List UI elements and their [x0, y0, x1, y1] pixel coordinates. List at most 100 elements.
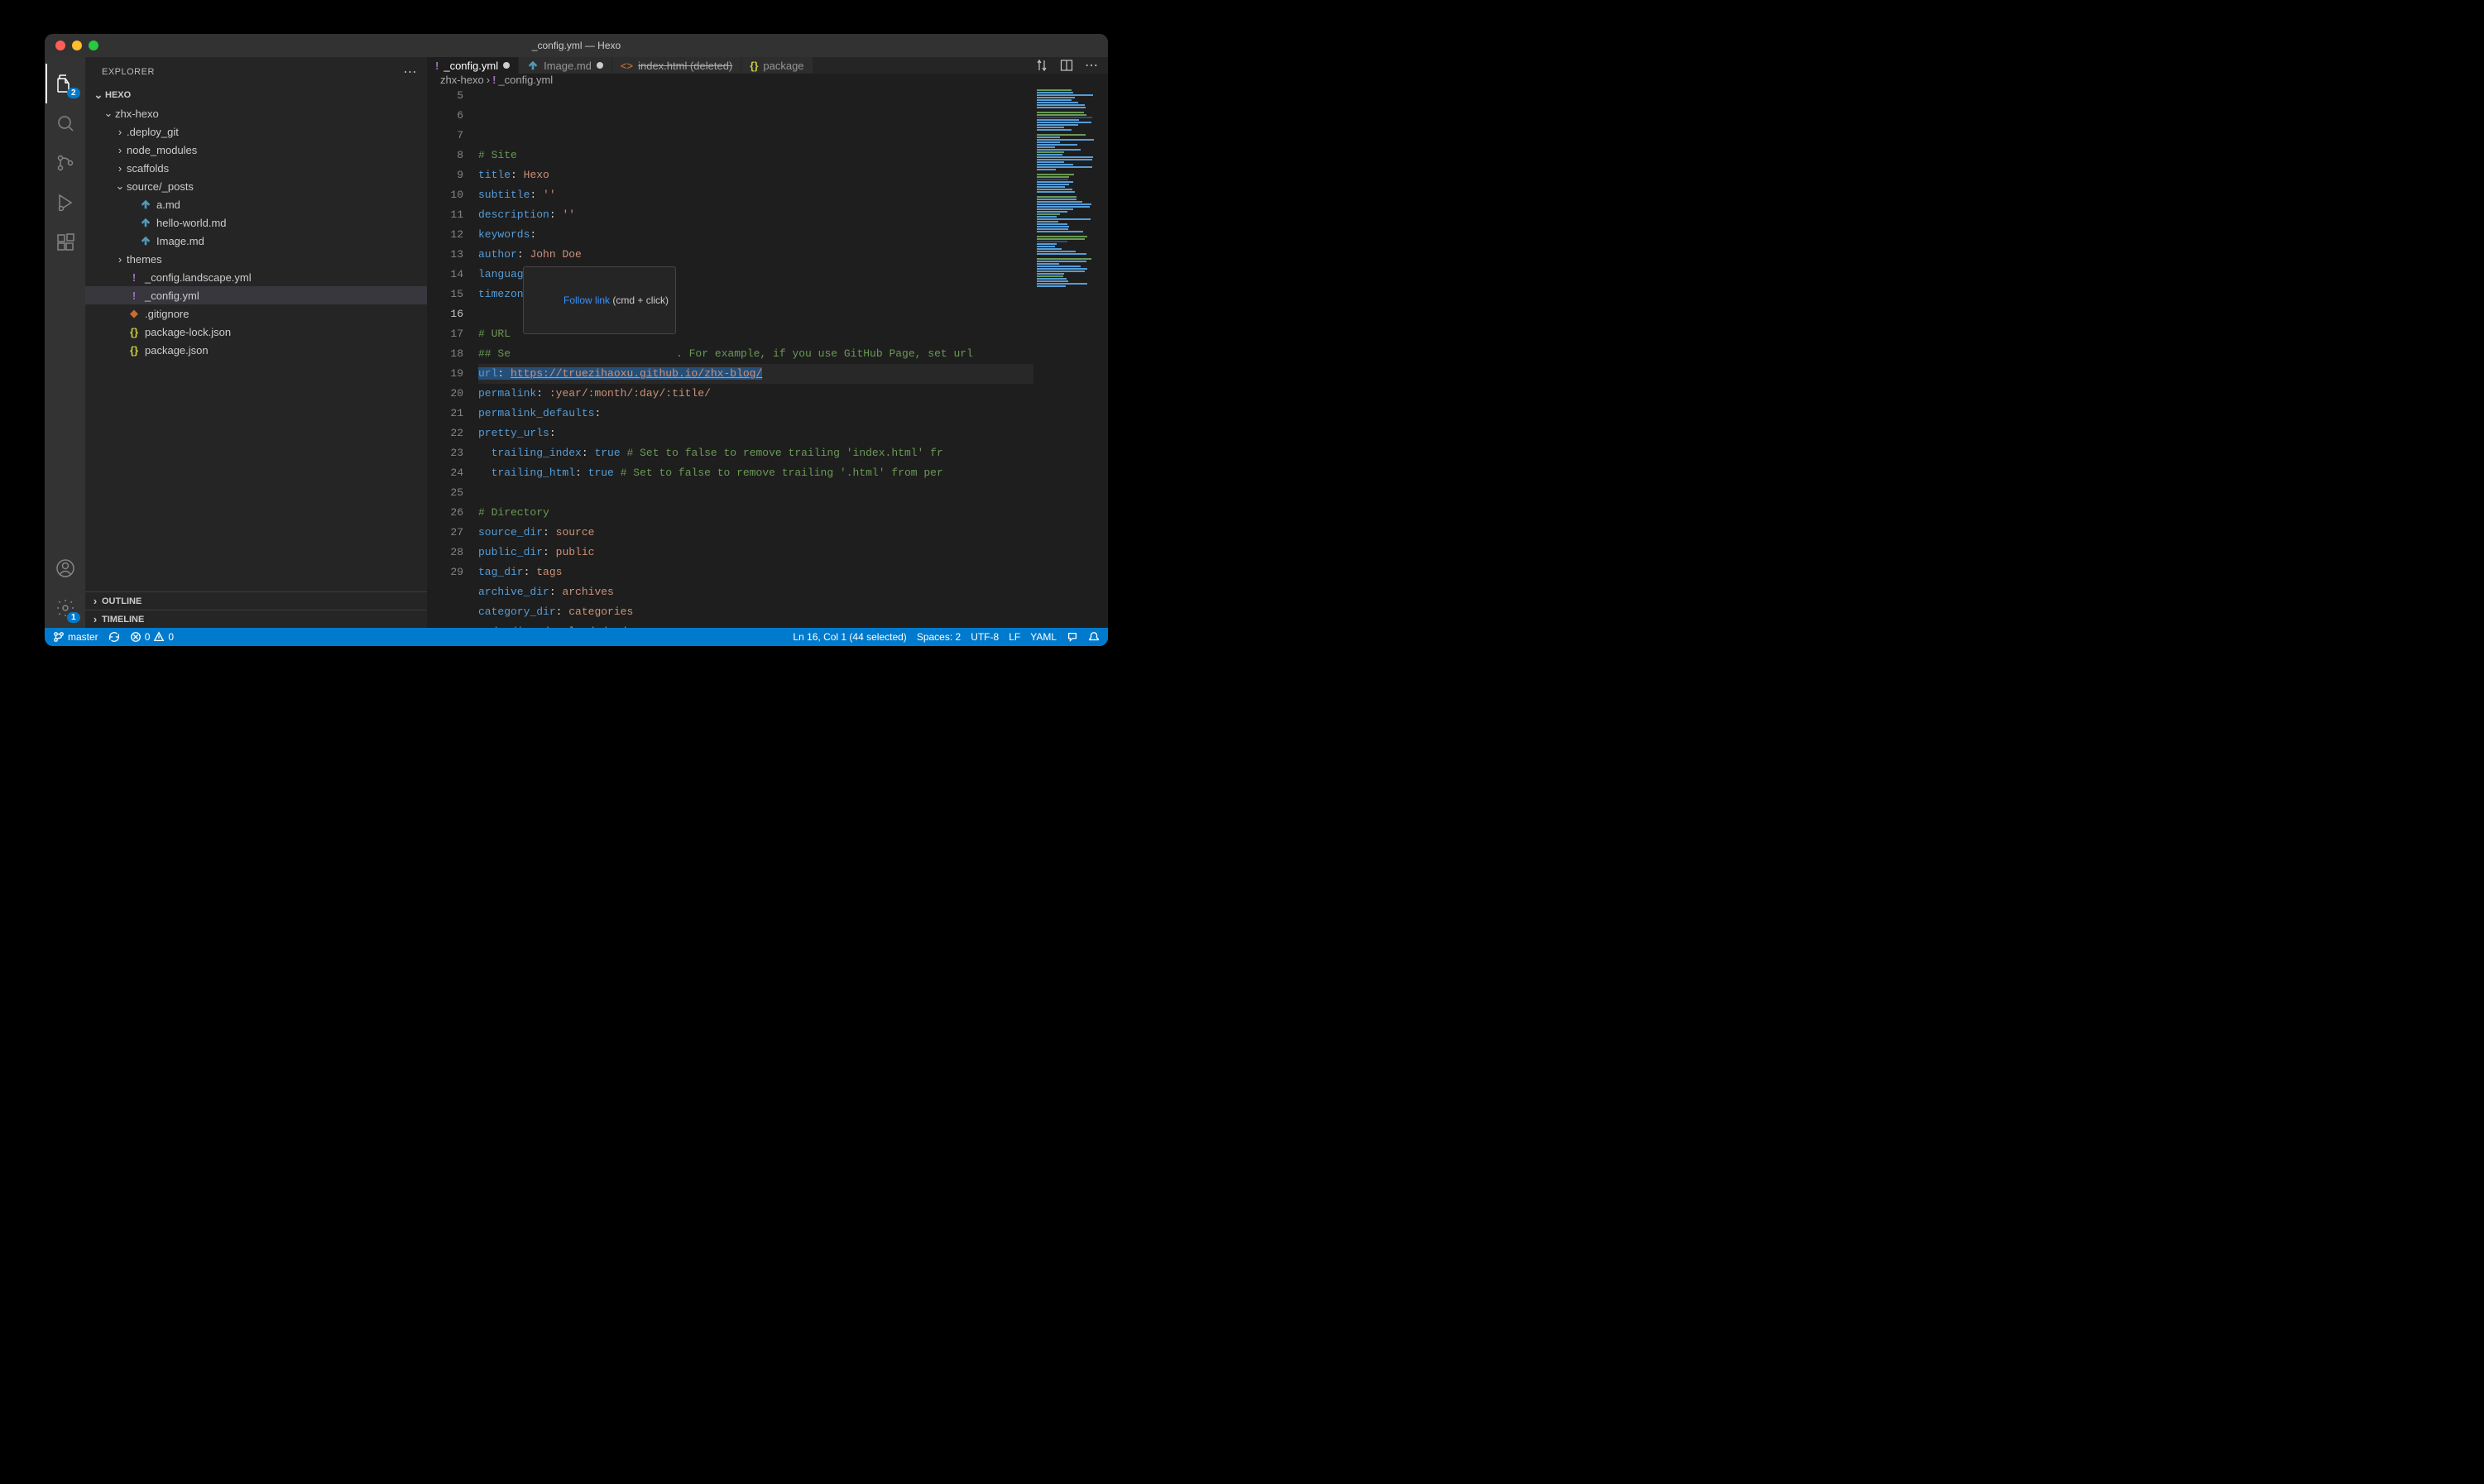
- sidebar-title: EXPLORER: [102, 67, 155, 77]
- sidebar-header: EXPLORER ⋯: [85, 57, 427, 86]
- tree-file[interactable]: hello-world.md: [85, 213, 427, 232]
- tree-label: source/_posts: [127, 180, 194, 193]
- spaces-status[interactable]: Spaces: 2: [917, 631, 961, 643]
- branch-name: master: [68, 631, 98, 643]
- tree-folder[interactable]: ›themes: [85, 250, 427, 268]
- split-editor-icon[interactable]: [1060, 59, 1073, 72]
- tab-bar: !_config.yml Image.md <>index.html (delete…: [427, 57, 1108, 74]
- maximize-window-button[interactable]: [89, 41, 98, 50]
- tree-file[interactable]: ◆.gitignore: [85, 304, 427, 323]
- settings-activity-icon[interactable]: 1: [46, 588, 85, 628]
- tab-label: package: [763, 60, 803, 72]
- tree-file[interactable]: Image.md: [85, 232, 427, 250]
- tree-label: zhx-hexo: [115, 108, 159, 120]
- json-icon: {}: [127, 344, 141, 357]
- accounts-activity-icon[interactable]: [46, 548, 85, 588]
- tree-folder[interactable]: ›scaffolds: [85, 159, 427, 177]
- tooltip-hint-text: (cmd + click): [610, 294, 669, 306]
- run-debug-activity-icon[interactable]: [46, 183, 85, 223]
- tree-file[interactable]: !_config.landscape.yml: [85, 268, 427, 286]
- vscode-window: _config.yml — Hexo 2: [45, 34, 1108, 646]
- chevron-down-icon: ⌄: [102, 107, 115, 120]
- breadcrumb-separator-icon: ›: [487, 74, 490, 86]
- tree-label: .deploy_git: [127, 126, 179, 138]
- json-icon: {}: [127, 326, 141, 338]
- chevron-down-icon: ⌄: [92, 89, 105, 102]
- markdown-icon: [138, 199, 153, 210]
- dirty-indicator-icon: [597, 62, 603, 69]
- source-control-activity-icon[interactable]: [46, 143, 85, 183]
- search-activity-icon[interactable]: [46, 103, 85, 143]
- sync-status[interactable]: [108, 631, 120, 643]
- tree-label: hello-world.md: [156, 217, 227, 229]
- tree-folder[interactable]: ›.deploy_git: [85, 122, 427, 141]
- yaml-icon: !: [127, 271, 141, 284]
- editor-area: !_config.ymlImage.md<>index.html (delete…: [427, 57, 1108, 628]
- cursor-position-status[interactable]: Ln 16, Col 1 (44 selected): [793, 631, 906, 643]
- extensions-activity-icon[interactable]: [46, 223, 85, 262]
- file-tree: ⌄ zhx-hexo ›.deploy_git›node_modules›sca…: [85, 104, 427, 591]
- chevron-down-icon: ⌄: [113, 180, 127, 193]
- code-content[interactable]: # Sitetitle: Hexosubtitle: ''description…: [478, 86, 1108, 628]
- folder-section-header[interactable]: ⌄ HEXO: [85, 86, 427, 104]
- tab-label: index.html (deleted): [638, 60, 732, 72]
- tree-file[interactable]: a.md: [85, 195, 427, 213]
- tree-file[interactable]: {} package-lock.json: [85, 323, 427, 341]
- notifications-icon[interactable]: [1088, 631, 1100, 643]
- markdown-icon: [527, 60, 539, 71]
- breadcrumb-root: zhx-hexo: [440, 74, 484, 86]
- editor-body[interactable]: 5678910111213141516171819202122232425262…: [427, 86, 1108, 628]
- link-hover-tooltip: Follow link (cmd + click): [523, 266, 676, 334]
- chevron-right-icon: ›: [113, 126, 127, 138]
- tab-label: Image.md: [544, 60, 592, 72]
- line-number-gutter: 5678910111213141516171819202122232425262…: [427, 86, 478, 628]
- breadcrumb[interactable]: zhx-hexo › ! _config.yml: [427, 74, 1108, 86]
- tree-folder[interactable]: ›node_modules: [85, 141, 427, 159]
- editor-tab[interactable]: {} package: [741, 57, 813, 74]
- close-window-button[interactable]: [55, 41, 65, 50]
- tree-label: a.md: [156, 199, 180, 211]
- tree-label: package.json: [145, 344, 209, 357]
- tree-label: _config.yml: [145, 290, 199, 302]
- outline-section[interactable]: › OUTLINE: [85, 591, 427, 610]
- tree-label: package-lock.json: [145, 326, 231, 338]
- sidebar-more-icon[interactable]: ⋯: [404, 64, 418, 80]
- chevron-right-icon: ›: [113, 144, 127, 156]
- tree-label: themes: [127, 253, 162, 266]
- titlebar: _config.yml — Hexo: [45, 34, 1108, 57]
- feedback-icon[interactable]: [1067, 631, 1078, 643]
- git-branch-status[interactable]: master: [53, 631, 98, 643]
- tree-file[interactable]: !_config.yml: [85, 286, 427, 304]
- minimize-window-button[interactable]: [72, 41, 82, 50]
- explorer-activity-icon[interactable]: 2: [46, 64, 85, 103]
- json-icon: {}: [750, 60, 758, 72]
- settings-badge: 1: [67, 612, 80, 623]
- tree-folder-root[interactable]: ⌄ zhx-hexo: [85, 104, 427, 122]
- tree-label: scaffolds: [127, 162, 169, 175]
- editor-tab[interactable]: Image.md: [519, 57, 612, 74]
- language-mode-status[interactable]: YAML: [1030, 631, 1057, 643]
- encoding-status[interactable]: UTF-8: [971, 631, 999, 643]
- editor-tab[interactable]: <>index.html (deleted): [612, 57, 741, 74]
- editor-tab[interactable]: !_config.yml: [427, 57, 519, 74]
- yaml-icon: !: [435, 60, 439, 72]
- folder-name: HEXO: [105, 90, 131, 100]
- status-bar: master 0 0 Ln 16, Col 1 (44 selected) Sp…: [45, 628, 1108, 646]
- markdown-icon: [138, 235, 153, 247]
- chevron-right-icon: ›: [113, 253, 127, 266]
- git-icon: ◆: [127, 307, 141, 320]
- compare-changes-icon[interactable]: [1035, 59, 1048, 72]
- timeline-section[interactable]: › TIMELINE: [85, 610, 427, 628]
- more-actions-icon[interactable]: ⋯: [1085, 57, 1098, 74]
- explorer-sidebar: EXPLORER ⋯ ⌄ HEXO ⌄ zhx-hexo ›.deploy_gi…: [85, 57, 427, 628]
- dirty-indicator-icon: [503, 62, 510, 69]
- tree-folder[interactable]: ⌄source/_posts: [85, 177, 427, 195]
- tree-file[interactable]: {} package.json: [85, 341, 427, 359]
- problems-status[interactable]: 0 0: [130, 631, 174, 643]
- breadcrumb-file: _config.yml: [498, 74, 553, 86]
- eol-status[interactable]: LF: [1009, 631, 1020, 643]
- explorer-badge: 2: [67, 88, 80, 98]
- tree-label: node_modules: [127, 144, 197, 156]
- minimap[interactable]: [1033, 86, 1108, 628]
- window-title: _config.yml — Hexo: [532, 40, 621, 51]
